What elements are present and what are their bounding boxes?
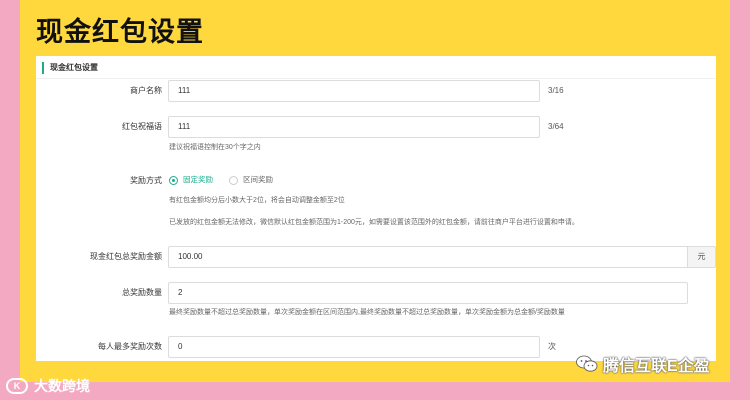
total-count-label: 总奖励数量	[122, 288, 162, 297]
radio-range-reward-label: 区间奖励	[243, 175, 273, 184]
merchant-name-counter: 3/16	[548, 86, 564, 95]
watermark-right-text: 腾信互联E企盈	[603, 358, 710, 375]
radio-fixed-reward[interactable]: 固定奖励	[169, 174, 213, 186]
settings-panel: 现金红包设置 商户名称 111 3/16 红包祝福语 111 3/64 建议祝福…	[36, 56, 716, 361]
greeting-hint: 建议祝福语控制在30个字之内	[169, 144, 261, 151]
total-count-hint: 最终奖励数量不超过总奖励数量，单次奖励金额在区间范围内,最终奖励数量不超过总奖励…	[169, 309, 565, 316]
reward-mode-hint-1: 有红包金额均分后小数大于2位，将会自动调整金额至2位	[169, 197, 345, 204]
watermark-left-text: 大数跨境	[34, 378, 90, 394]
brand-logo-icon: K	[6, 378, 28, 394]
panel-title: 现金红包设置	[42, 62, 98, 74]
total-amount-input[interactable]: 100.00	[168, 246, 688, 268]
greeting-counter: 3/64	[548, 122, 564, 131]
reward-mode-hint-2: 已发放的红包金额无法修改，微信默认红包金额范围为1-200元，如需要设置该范围外…	[169, 219, 579, 226]
panel-divider	[36, 78, 716, 79]
watermark-left: K 大数跨境	[6, 376, 90, 396]
wechat-icon	[576, 355, 598, 373]
greeting-label: 红包祝福语	[122, 122, 162, 131]
total-amount-label: 现金红包总奖励金额	[90, 252, 162, 261]
greeting-input[interactable]: 111	[168, 116, 540, 138]
page-title: 现金红包设置	[36, 17, 204, 47]
radio-range-reward[interactable]: 区间奖励	[229, 174, 273, 186]
merchant-name-label: 商户名称	[130, 86, 162, 95]
total-count-input[interactable]: 2	[168, 282, 688, 304]
total-amount-unit: 元	[688, 246, 716, 268]
radio-unchecked-icon	[229, 175, 238, 185]
max-per-user-unit: 次	[548, 342, 556, 351]
max-per-user-input[interactable]: 0	[168, 336, 540, 358]
watermark-right: 腾信互联E企盈	[576, 352, 710, 376]
max-per-user-label: 每人最多奖励次数	[98, 342, 162, 351]
reward-mode-label: 奖励方式	[130, 176, 162, 185]
radio-checked-icon	[169, 175, 178, 185]
radio-fixed-reward-label: 固定奖励	[183, 175, 213, 184]
merchant-name-input[interactable]: 111	[168, 80, 540, 102]
